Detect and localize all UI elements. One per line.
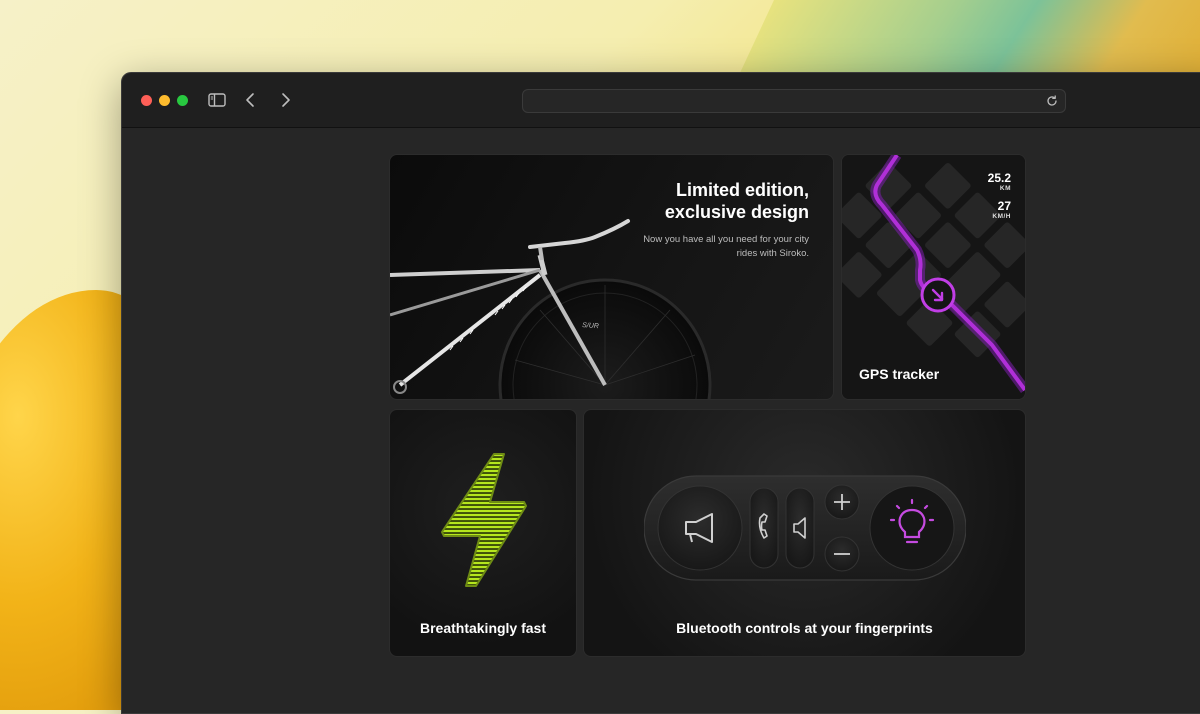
browser-window: S/UR Limited edition, exclusive design N… (121, 72, 1200, 714)
reload-icon[interactable] (1045, 94, 1059, 108)
speed-label: Breathtakingly fast (419, 620, 547, 636)
bluetooth-card[interactable]: Bluetooth controls at your fingerprints (583, 409, 1026, 657)
sidebar-icon[interactable] (207, 90, 229, 110)
address-bar[interactable] (522, 89, 1066, 113)
distance-unit: KM (999, 185, 1011, 192)
zoom-window-button[interactable] (177, 95, 188, 106)
hero-title: Limited edition, exclusive design (589, 179, 809, 223)
hero-title-line-1: Limited edition, (676, 180, 809, 200)
bluetooth-label: Bluetooth controls at your fingerprints (676, 620, 933, 636)
minimize-window-button[interactable] (159, 95, 170, 106)
hero-subtitle: Now you have all you need for your city … (643, 234, 809, 259)
gps-label: GPS tracker (859, 366, 940, 382)
remote-control (644, 475, 966, 581)
browser-toolbar (122, 73, 1200, 128)
chevron-right-icon[interactable] (275, 90, 297, 110)
speed-unit: KM/H (992, 213, 1011, 220)
close-window-button[interactable] (141, 95, 152, 106)
hero-card[interactable]: S/UR Limited edition, exclusive design N… (389, 154, 834, 400)
hero-title-line-2: exclusive design (664, 202, 809, 222)
gps-stats: 25.2 KM 27 KM/H (988, 171, 1011, 227)
speed-card[interactable]: Breathtakingly fast (389, 409, 577, 657)
lightning-bolt-icon (441, 453, 527, 587)
svg-text:S/UR: S/UR (582, 322, 599, 330)
speed-value: 27 (997, 199, 1011, 213)
page-content: S/UR Limited edition, exclusive design N… (122, 128, 1200, 713)
chevron-left-icon[interactable] (241, 90, 263, 110)
gps-card[interactable]: 25.2 KM 27 KM/H GPS tracker (841, 154, 1026, 400)
distance-value: 25.2 (987, 171, 1011, 185)
